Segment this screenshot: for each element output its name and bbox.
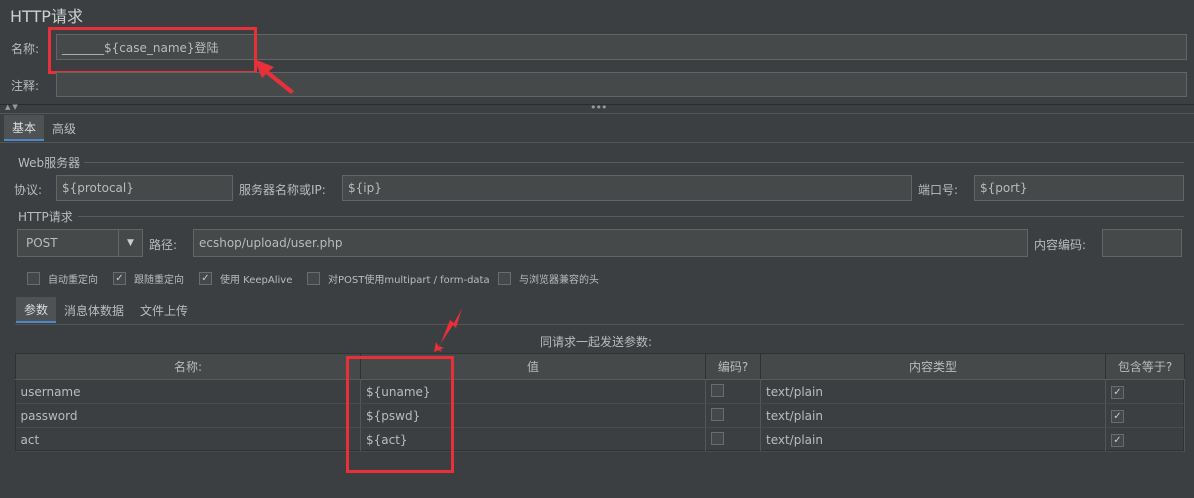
params-caption: 同请求一起发送参数:: [540, 335, 653, 349]
param-name-cell[interactable]: act: [15, 427, 361, 452]
server-input[interactable]: ${ip}: [342, 175, 912, 201]
table-row[interactable]: password ${pswd} text/plain ✓: [15, 403, 1185, 428]
param-name-cell[interactable]: username: [15, 379, 361, 404]
param-name-cell[interactable]: password: [15, 403, 361, 428]
http-request-group-line: [78, 216, 1184, 217]
param-content-type-cell[interactable]: text/plain: [760, 403, 1106, 428]
param-content-type-cell[interactable]: text/plain: [760, 379, 1106, 404]
method-select[interactable]: POST ▼: [17, 229, 143, 257]
annotation-box-name: [48, 27, 257, 74]
comment-input[interactable]: [56, 72, 1187, 97]
http-request-group-label: HTTP请求: [18, 210, 73, 224]
checkbox-icon[interactable]: [711, 383, 724, 397]
checkbox-icon[interactable]: [711, 407, 724, 421]
annotation-arrow-icon: [432, 306, 466, 354]
port-input[interactable]: ${port}: [974, 175, 1184, 201]
checkbox-checked-icon[interactable]: ✓: [113, 272, 126, 285]
tab-advanced[interactable]: 高级: [44, 115, 84, 141]
name-label: 名称:: [11, 42, 40, 56]
server-label: 服务器名称或IP:: [239, 183, 326, 197]
param-encode-cell[interactable]: [705, 403, 761, 428]
method-value: POST: [26, 236, 58, 250]
encoding-label: 内容编码:: [1034, 238, 1087, 252]
column-header-name[interactable]: 名称:: [15, 353, 361, 380]
collapse-arrows-icon[interactable]: ▲▼: [5, 103, 20, 111]
param-encode-cell[interactable]: [705, 379, 761, 404]
option-keepalive[interactable]: ✓ 使用 KeepAlive: [199, 271, 292, 286]
encoding-input[interactable]: [1102, 229, 1182, 257]
column-header-content-type[interactable]: 内容类型: [760, 353, 1106, 380]
tab-parameters[interactable]: 参数: [16, 297, 57, 323]
tab-body-data[interactable]: 消息体数据: [56, 297, 132, 323]
port-label: 端口号:: [918, 183, 959, 197]
web-server-group-label: Web服务器: [18, 156, 81, 170]
param-encode-cell[interactable]: [705, 427, 761, 452]
chevron-down-icon[interactable]: ▼: [118, 230, 142, 256]
sub-tabs: 参数 消息体数据 文件上传: [16, 297, 196, 323]
table-header-row: 名称: 值 编码? 内容类型 包含等于?: [15, 353, 1185, 380]
main-tabs: 基本 高级: [4, 115, 84, 141]
comment-label: 注释:: [11, 79, 40, 93]
web-server-group-line: [84, 162, 1184, 163]
checkbox-checked-icon[interactable]: ✓: [1111, 386, 1124, 400]
checkbox-checked-icon[interactable]: ✓: [1111, 434, 1124, 448]
checkbox-icon[interactable]: [711, 431, 724, 445]
tab-file-upload[interactable]: 文件上传: [132, 297, 196, 323]
drag-handle-icon[interactable]: •••: [590, 101, 607, 114]
sub-tab-divider: [15, 324, 1184, 325]
param-content-type-cell[interactable]: text/plain: [760, 427, 1106, 452]
table-row[interactable]: act ${act} text/plain ✓: [15, 427, 1185, 452]
protocol-input[interactable]: ${protocal}: [56, 175, 233, 201]
params-table: 名称: 值 编码? 内容类型 包含等于? username ${uname} t…: [15, 353, 1185, 452]
column-header-include-equals[interactable]: 包含等于?: [1105, 353, 1185, 380]
checkbox-icon[interactable]: [27, 272, 40, 285]
param-include-equals-cell[interactable]: ✓: [1105, 403, 1185, 428]
table-row[interactable]: username ${uname} text/plain ✓: [15, 379, 1185, 404]
path-input[interactable]: ecshop/upload/user.php: [193, 229, 1028, 257]
path-label: 路径:: [149, 238, 178, 252]
annotation-box-values: [346, 356, 454, 473]
column-header-encode[interactable]: 编码?: [705, 353, 761, 380]
option-browser-headers[interactable]: 与浏览器兼容的头: [498, 271, 599, 286]
param-include-equals-cell[interactable]: ✓: [1105, 427, 1185, 452]
tab-basic[interactable]: 基本: [4, 115, 45, 141]
tab-divider: [0, 142, 1194, 143]
annotation-arrow-icon: [250, 55, 298, 95]
checkbox-icon[interactable]: [307, 272, 320, 285]
option-follow-redirect[interactable]: ✓ 跟随重定向: [113, 271, 184, 286]
checkbox-icon[interactable]: [498, 272, 511, 285]
checkbox-checked-icon[interactable]: ✓: [1111, 410, 1124, 424]
param-include-equals-cell[interactable]: ✓: [1105, 379, 1185, 404]
option-multipart[interactable]: 对POST使用multipart / form-data: [307, 271, 490, 286]
protocol-label: 协议:: [14, 183, 43, 197]
option-auto-redirect[interactable]: 自动重定向: [27, 271, 98, 286]
page-title: HTTP请求: [10, 7, 83, 26]
checkbox-checked-icon[interactable]: ✓: [199, 272, 212, 285]
